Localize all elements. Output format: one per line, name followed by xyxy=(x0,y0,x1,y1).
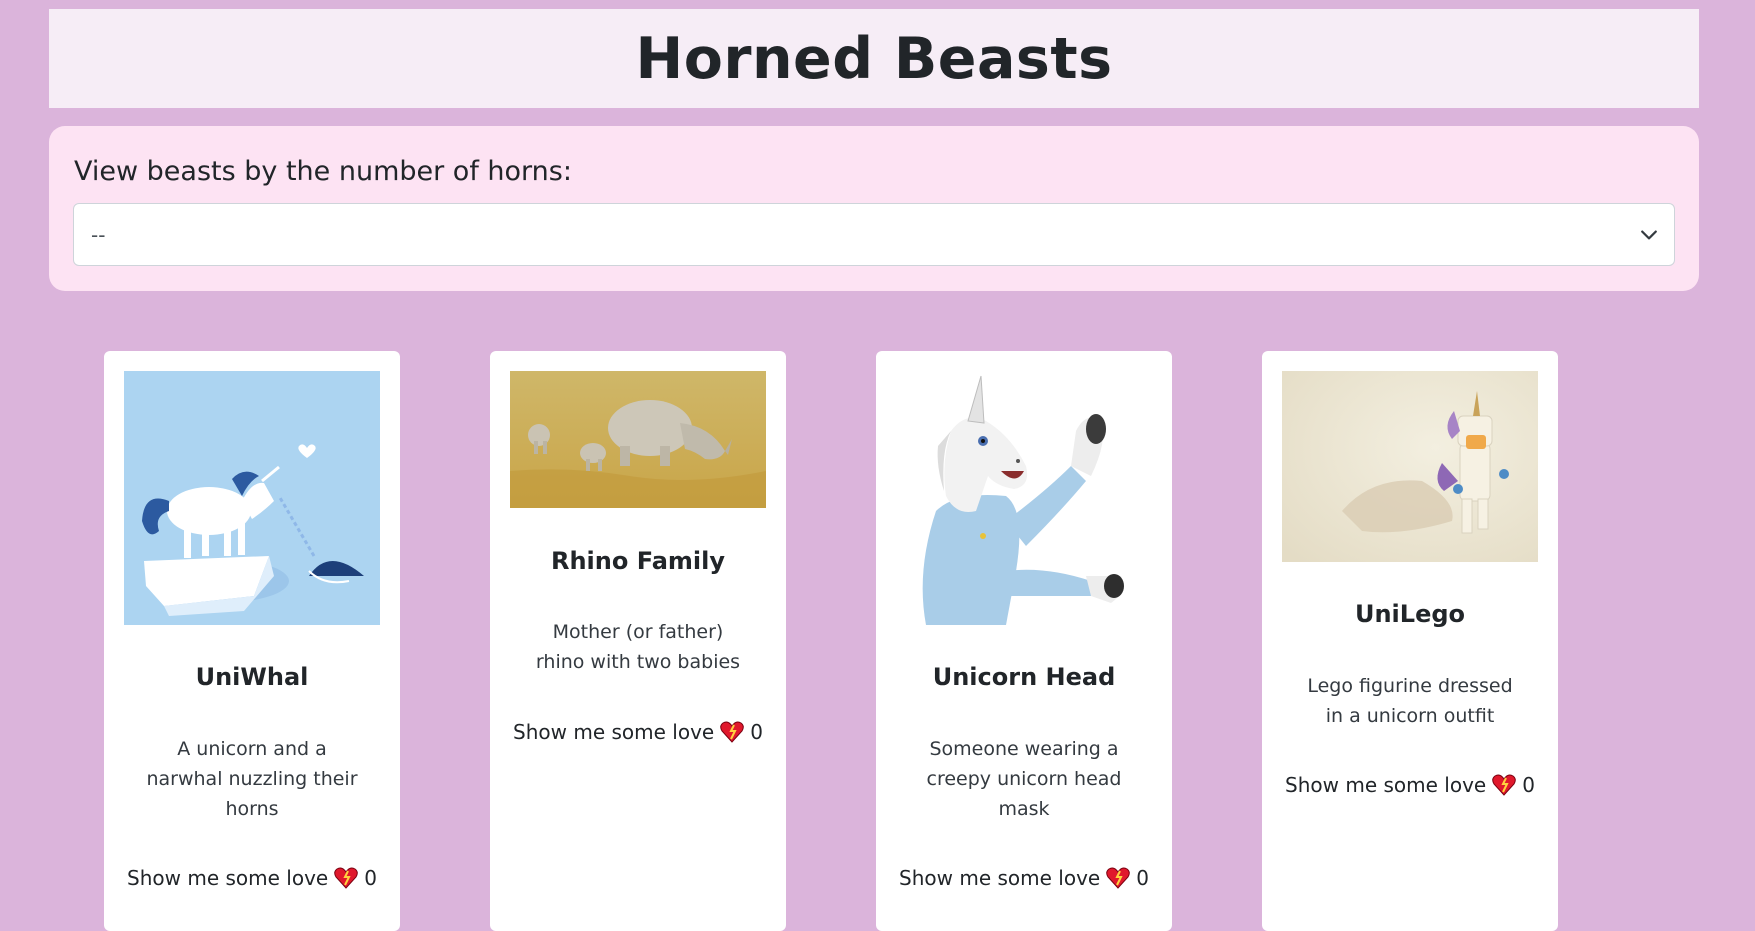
love-label: Show me some love xyxy=(899,866,1101,890)
beast-description: Lego figurine dressed in a unicorn outfi… xyxy=(1307,675,1513,727)
love-row: Show me some love 0 xyxy=(490,720,786,744)
beast-image[interactable] xyxy=(510,371,766,508)
love-row: Show me some love 0 xyxy=(1262,773,1558,797)
beast-image[interactable] xyxy=(124,371,380,625)
love-label: Show me some love xyxy=(513,720,715,744)
love-count: 0 xyxy=(364,866,377,890)
love-count: 0 xyxy=(750,720,763,744)
heart-icon[interactable] xyxy=(720,721,744,743)
horn-filter-label: View beasts by the number of horns: xyxy=(74,156,572,187)
beast-title: UniLego xyxy=(1354,600,1466,628)
love-count: 0 xyxy=(1136,866,1149,890)
beast-title: UniWhal xyxy=(195,663,309,691)
horn-filter-panel: View beasts by the number of horns: -- xyxy=(49,126,1699,291)
beast-card-rhino-family: Rhino Family Mother (or father) rhino wi… xyxy=(490,351,786,931)
chevron-down-icon xyxy=(1641,230,1657,240)
beast-card-unilego: UniLego Lego figurine dressed in a unico… xyxy=(1262,351,1558,931)
beast-card-uniwhal: UniWhal A unicorn and a narwhal nuzzling… xyxy=(104,351,400,931)
love-label: Show me some love xyxy=(127,866,329,890)
lego-unicorn-photo xyxy=(1282,371,1538,562)
horn-count-select[interactable]: -- xyxy=(73,203,1675,266)
beast-title: Rhino Family xyxy=(550,547,725,575)
beast-card-unicorn-head: Unicorn Head Someone wearing a creepy un… xyxy=(876,351,1172,931)
heart-icon[interactable] xyxy=(1106,867,1130,889)
love-count: 0 xyxy=(1522,773,1535,797)
love-label: Show me some love xyxy=(1285,773,1487,797)
horn-count-selected-value: -- xyxy=(91,223,106,247)
unicorn-head-mask-photo xyxy=(896,371,1152,625)
beast-title: Unicorn Head xyxy=(932,663,1116,691)
heart-icon[interactable] xyxy=(1492,774,1516,796)
unicorn-narwhal-illustration xyxy=(124,371,380,625)
beast-description: Someone wearing a creepy unicorn head ma… xyxy=(926,738,1122,820)
heart-icon[interactable] xyxy=(334,867,358,889)
beast-image[interactable] xyxy=(896,371,1152,625)
page-header: Horned Beasts xyxy=(49,9,1699,108)
page-title: Horned Beasts xyxy=(635,25,1113,92)
love-row: Show me some love 0 xyxy=(104,866,400,890)
love-row: Show me some love 0 xyxy=(876,866,1172,890)
beast-description: A unicorn and a narwhal nuzzling their h… xyxy=(146,738,358,820)
beast-description: Mother (or father) rhino with two babies xyxy=(535,621,741,673)
beast-image[interactable] xyxy=(1282,371,1538,562)
rhino-family-photo xyxy=(510,371,766,508)
